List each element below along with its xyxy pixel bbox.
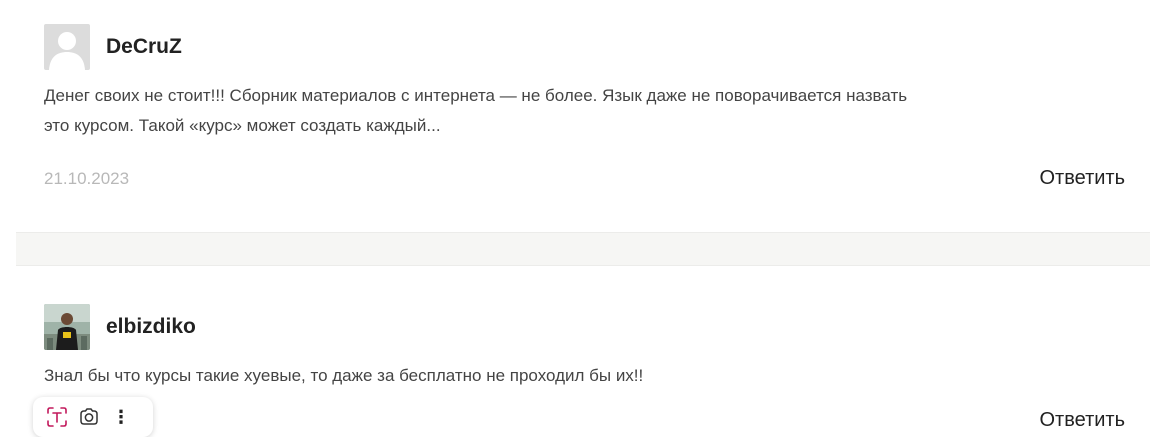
default-user-avatar-icon [44, 24, 90, 70]
comment-date: 21.10.2023 [44, 169, 130, 188]
text-recognition-icon [47, 407, 67, 427]
lens-camera-icon [80, 408, 98, 425]
text-recognition-button[interactable] [41, 401, 73, 433]
avatar [44, 24, 90, 70]
comment-text-line: это курсом. Такой «курс» может создать к… [44, 116, 441, 135]
comment-item: elbizdiko Знал бы что курсы такие хуевые… [0, 265, 1150, 437]
comment-author: DeCruZ [44, 24, 182, 70]
more-vertical-icon: ⋮ [112, 407, 130, 427]
floating-image-toolbar: ⋮ [33, 397, 153, 437]
comment-text: Знал бы что курсы такие хуевые, то даже … [44, 361, 1124, 391]
author-name[interactable]: DeCruZ [106, 35, 182, 59]
comment-item: DeCruZ Денег своих не стоит!!! Сборник м… [0, 0, 1150, 232]
comment-author: elbizdiko [44, 304, 196, 350]
comment-text: Денег своих не стоит!!! Сборник материал… [44, 81, 1124, 141]
reply-button[interactable]: Ответить [1040, 167, 1126, 190]
comment-text-line: Знал бы что курсы такие хуевые, то даже … [44, 366, 644, 385]
comment-separator [16, 232, 1150, 266]
reply-button[interactable]: Ответить [1040, 409, 1126, 432]
photo-avatar-icon [44, 304, 90, 350]
lens-search-button[interactable] [73, 401, 105, 433]
avatar [44, 304, 90, 350]
comment-text-line: Денег своих не стоит!!! Сборник материал… [44, 86, 908, 105]
author-name[interactable]: elbizdiko [106, 315, 196, 339]
more-options-button[interactable]: ⋮ [105, 401, 137, 433]
